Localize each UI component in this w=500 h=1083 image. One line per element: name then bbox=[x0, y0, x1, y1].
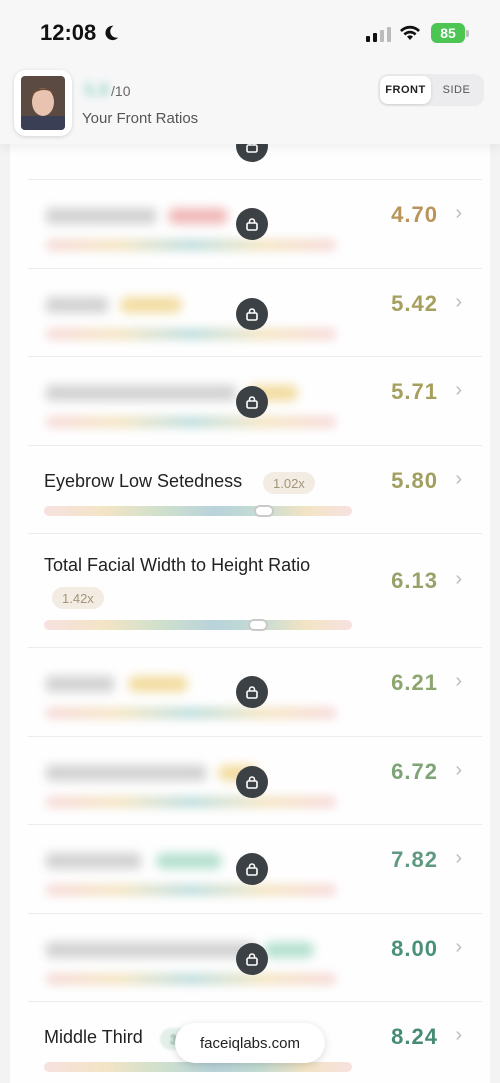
ratio-range-bar bbox=[44, 620, 352, 630]
ratio-marker bbox=[254, 505, 274, 517]
chevron-right-icon: › bbox=[455, 202, 462, 224]
ratio-score: 5.80 bbox=[391, 468, 438, 493]
list-item[interactable]: 7.82 › bbox=[28, 824, 482, 913]
lock-icon[interactable] bbox=[236, 676, 268, 708]
score-value-blurred: 5.8 bbox=[84, 80, 110, 100]
view-toggle: FRONT SIDE bbox=[378, 74, 484, 106]
ratio-badge: 1.02x bbox=[263, 472, 315, 494]
list-item[interactable]: Eyebrow Low Setedness 1.02x 5.80 › bbox=[28, 445, 482, 533]
chevron-right-icon: › bbox=[455, 670, 462, 692]
wifi-icon bbox=[400, 25, 420, 40]
chevron-right-icon: › bbox=[455, 291, 462, 313]
clock: 12:08 bbox=[40, 20, 120, 46]
ratio-name: Eyebrow Low Setedness bbox=[44, 471, 243, 491]
avatar-frame[interactable] bbox=[14, 70, 72, 136]
list-item[interactable]: 5.42 › bbox=[28, 268, 482, 356]
chevron-right-icon: › bbox=[455, 936, 462, 958]
ratio-name: Total Facial Width to Height Ratio bbox=[44, 555, 311, 575]
lock-icon[interactable] bbox=[236, 386, 268, 418]
ratio-score: 5.42 bbox=[391, 291, 438, 316]
ratio-score: 5.71 bbox=[391, 379, 438, 404]
lock-icon[interactable] bbox=[236, 766, 268, 798]
lock-icon[interactable] bbox=[236, 853, 268, 885]
battery-icon: 85 bbox=[431, 23, 469, 43]
ratio-score: 7.82 bbox=[391, 847, 438, 872]
ratio-score: 8.24 bbox=[391, 1024, 438, 1049]
battery-level: 85 bbox=[440, 25, 456, 41]
ratio-score: 6.21 bbox=[391, 670, 438, 695]
list-item[interactable]: 5.71 › bbox=[28, 356, 482, 445]
cellular-signal-icon bbox=[366, 26, 391, 42]
ratio-score: 4.70 bbox=[391, 202, 438, 227]
ratios-header: 5.8 /10 Your Front Ratios FRONT SIDE bbox=[0, 66, 500, 144]
chevron-right-icon: › bbox=[455, 759, 462, 781]
status-bar: 12:08 85 bbox=[0, 0, 500, 66]
list-item[interactable]: 6.21 › bbox=[28, 647, 482, 736]
tab-front[interactable]: FRONT bbox=[380, 76, 431, 104]
page-title: Your Front Ratios bbox=[82, 110, 199, 127]
list-item[interactable]: 8.00 › bbox=[28, 913, 482, 1001]
ratio-score: 6.72 bbox=[391, 759, 438, 784]
chevron-right-icon: › bbox=[455, 847, 462, 869]
lock-icon[interactable] bbox=[236, 208, 268, 240]
chevron-right-icon: › bbox=[455, 1024, 462, 1046]
clock-time: 12:08 bbox=[40, 20, 97, 45]
site-watermark: faceiqlabs.com bbox=[175, 1023, 325, 1063]
ratio-score: 6.13 bbox=[391, 568, 438, 593]
ratio-range-bar bbox=[44, 1062, 352, 1072]
list-item[interactable]: 4.70 › bbox=[28, 179, 482, 268]
ratio-marker bbox=[248, 619, 268, 631]
list-item[interactable]: Total Facial Width to Height Ratio 1.42x… bbox=[28, 533, 482, 647]
tab-side[interactable]: SIDE bbox=[431, 76, 482, 104]
moon-icon bbox=[105, 25, 119, 41]
ratio-score: 8.00 bbox=[391, 936, 438, 961]
list-item[interactable]: 6.72 › bbox=[28, 736, 482, 824]
chevron-right-icon: › bbox=[455, 379, 462, 401]
chevron-right-icon: › bbox=[455, 568, 462, 590]
avatar bbox=[21, 76, 65, 130]
ratio-name: Middle Third bbox=[44, 1027, 143, 1047]
ratio-range-bar bbox=[44, 506, 352, 516]
ratio-badge: 1.42x bbox=[52, 587, 104, 609]
lock-icon[interactable] bbox=[236, 298, 268, 330]
lock-icon[interactable] bbox=[236, 943, 268, 975]
ratios-list: 4.70 › 5.42 › 5.71 › Eyebrow Low Setedne… bbox=[10, 130, 490, 1083]
overall-score: 5.8 /10 bbox=[84, 80, 131, 101]
score-suffix: /10 bbox=[111, 83, 131, 99]
chevron-right-icon: › bbox=[455, 468, 462, 490]
